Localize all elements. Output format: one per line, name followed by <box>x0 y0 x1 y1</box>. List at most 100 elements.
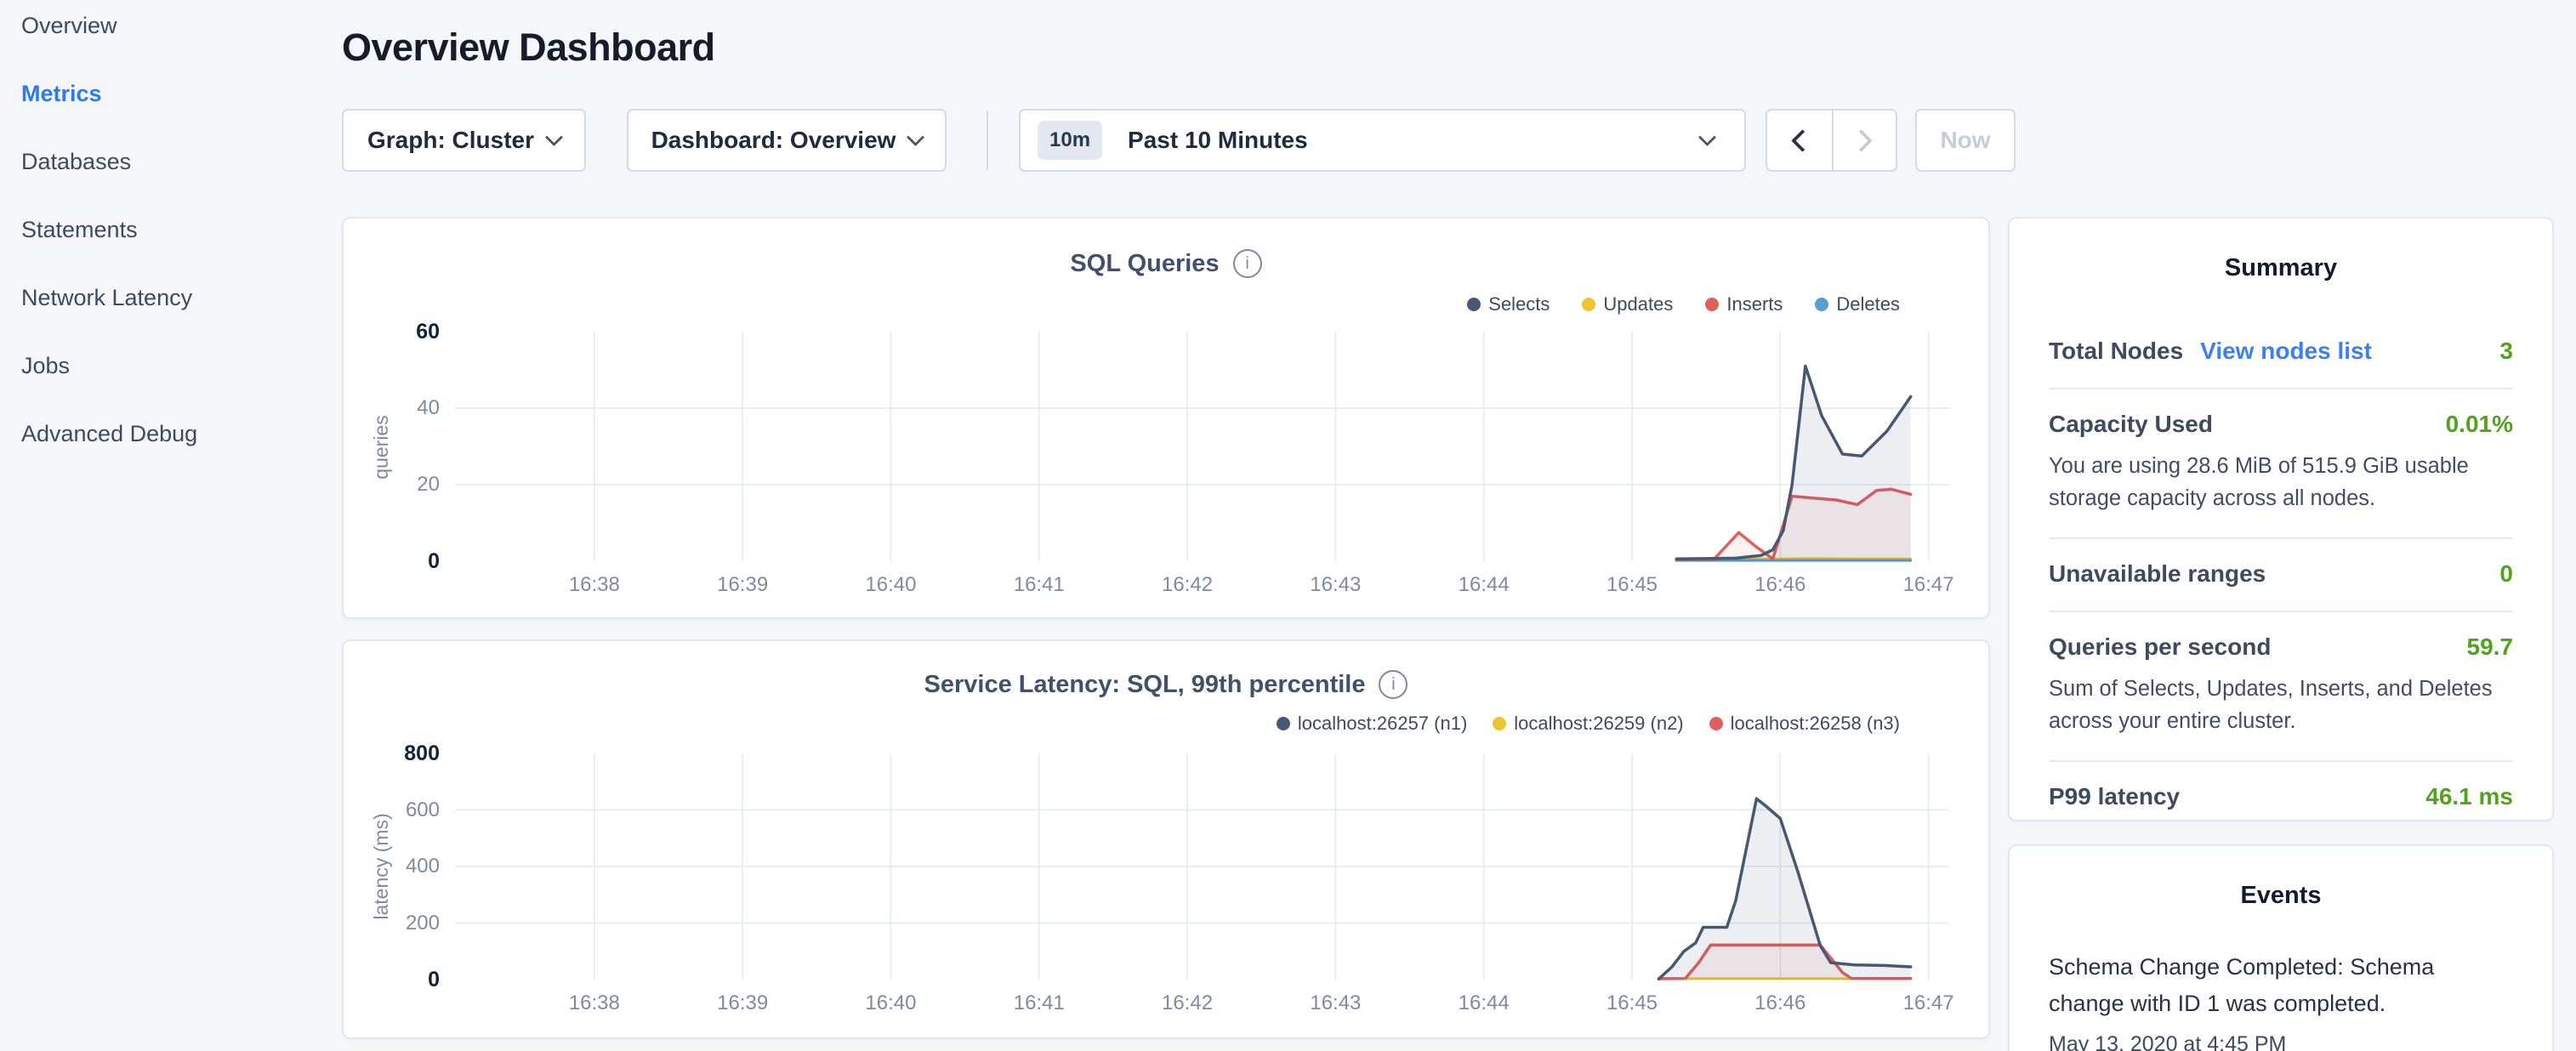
controls-divider <box>987 111 988 170</box>
y-tick-label: 800 <box>356 740 440 767</box>
legend-item[interactable]: localhost:26259 (n2) <box>1493 713 1683 735</box>
chart-legend: localhost:26257 (n1) localhost:26259 (n2)… <box>1277 713 1900 735</box>
legend-dot-icon <box>1493 717 1506 730</box>
x-tick-label: 16:44 <box>1424 573 1544 597</box>
x-tick-label: 16:41 <box>980 573 1099 597</box>
info-icon[interactable]: i <box>1233 249 1262 278</box>
x-tick-label: 16:44 <box>1424 991 1544 1015</box>
legend-label: localhost:26259 (n2) <box>1514 713 1683 735</box>
chevron-left-icon <box>1791 129 1814 152</box>
summary-row-label: Unavailable ranges <box>2049 560 2266 588</box>
y-tick-label: 40 <box>356 395 440 422</box>
x-tick-label: 16:47 <box>1869 573 1988 597</box>
summary-row-value: 0.01% <box>2446 411 2513 438</box>
legend-label: Updates <box>1603 293 1673 315</box>
sidebar-item-metrics[interactable]: Metrics <box>21 82 327 105</box>
legend-label: Inserts <box>1726 293 1783 315</box>
summary-row-description: Sum of Selects, Updates, Inserts, and De… <box>2049 673 2513 737</box>
chart-plot-area: 800600400200016:3816:3916:4016:4116:4216… <box>455 753 1949 980</box>
x-tick-label: 16:39 <box>683 991 802 1015</box>
y-tick-label: 400 <box>356 853 440 880</box>
x-tick-label: 16:42 <box>1128 573 1247 597</box>
x-tick-label: 16:46 <box>1720 573 1840 597</box>
legend-item[interactable]: Inserts <box>1705 293 1783 315</box>
summary-row-capacity-used: Capacity Used 0.01% You are using 28.6 M… <box>2049 388 2513 537</box>
y-tick-label: 20 <box>356 471 440 498</box>
summary-row-label: Total Nodes <box>2049 338 2183 365</box>
chart-plot-area: 604020016:3816:3916:4016:4116:4216:4316:… <box>455 332 1949 561</box>
x-tick-label: 16:45 <box>1572 573 1692 597</box>
event-item-text[interactable]: Schema Change Completed: Schema change w… <box>2049 949 2513 1022</box>
sidebar-item-databases[interactable]: Databases <box>21 151 327 173</box>
legend-label: localhost:26258 (n3) <box>1731 713 1900 735</box>
now-button-label: Now <box>1940 127 1990 154</box>
dashboard-label: Dashboard: Overview <box>651 127 896 154</box>
legend-dot-icon <box>1709 717 1723 730</box>
events-title: Events <box>2049 846 2513 910</box>
summary-row-value: 59.7 <box>2467 633 2514 661</box>
sidebar-item-network-latency[interactable]: Network Latency <box>21 287 327 310</box>
chart-title: Service Latency: SQL, 99th percentile <box>924 671 1366 699</box>
sidebar-item-advanced-debug[interactable]: Advanced Debug <box>21 423 327 446</box>
legend-item[interactable]: localhost:26258 (n3) <box>1709 713 1900 735</box>
time-range-badge: 10m <box>1038 121 1102 160</box>
x-tick-label: 16:41 <box>980 991 1099 1015</box>
dashboard-dropdown[interactable]: Dashboard: Overview <box>627 109 947 172</box>
summary-rows: Total Nodes View nodes list 3 Capacity U… <box>2049 316 2513 833</box>
legend-item[interactable]: localhost:26257 (n1) <box>1277 713 1467 735</box>
view-nodes-list-link[interactable]: View nodes list <box>2200 338 2372 365</box>
chart-svg <box>455 332 1949 561</box>
x-tick-label: 16:40 <box>831 991 950 1015</box>
legend-dot-icon <box>1582 298 1595 311</box>
legend-label: Selects <box>1488 293 1550 315</box>
events-panel: Events Schema Change Completed: Schema c… <box>2008 844 2554 1051</box>
sidebar-item-jobs[interactable]: Jobs <box>21 355 327 378</box>
summary-row-label: Queries per second <box>2049 633 2271 661</box>
graph-scope-dropdown[interactable]: Graph: Cluster <box>342 109 586 172</box>
chart-legend: Selects Updates Inserts Deletes <box>1467 293 1900 315</box>
y-tick-label: 200 <box>356 910 440 937</box>
summary-row-value: 3 <box>2499 338 2513 365</box>
chevron-down-icon <box>545 128 563 145</box>
event-item-timestamp: May 13, 2020 at 4:45 PM <box>2049 1032 2513 1051</box>
y-tick-label: 60 <box>356 318 440 345</box>
time-step-buttons <box>1766 109 1897 172</box>
chevron-down-icon <box>907 128 924 145</box>
y-tick-label: 0 <box>356 548 440 575</box>
sidebar-item-statements[interactable]: Statements <box>21 219 327 241</box>
x-tick-label: 16:40 <box>831 573 950 597</box>
summary-row-p99-latency: P99 latency 46.1 ms <box>2049 760 2513 833</box>
summary-row-label: Capacity Used <box>2049 411 2213 438</box>
legend-dot-icon <box>1815 298 1828 311</box>
time-range-dropdown[interactable]: 10m Past 10 Minutes <box>1019 109 1746 172</box>
x-tick-label: 16:39 <box>683 573 802 597</box>
step-back-button[interactable] <box>1767 111 1832 170</box>
legend-dot-icon <box>1705 298 1719 311</box>
legend-item[interactable]: Updates <box>1582 293 1673 315</box>
step-forward-button[interactable] <box>1832 111 1896 170</box>
legend-label: Deletes <box>1836 293 1900 315</box>
y-tick-label: 600 <box>356 797 440 824</box>
x-tick-label: 16:46 <box>1720 991 1840 1015</box>
sql-queries-chart-card: SQL Queries i Selects Updates Inserts Delet… <box>342 217 1990 619</box>
legend-dot-icon <box>1467 298 1481 311</box>
summary-row-value: 0 <box>2499 560 2513 588</box>
chevron-down-icon <box>1698 128 1716 145</box>
x-tick-label: 16:43 <box>1276 573 1395 597</box>
summary-row-unavailable-ranges: Unavailable ranges 0 <box>2049 537 2513 611</box>
chart-title: SQL Queries <box>1070 250 1219 278</box>
legend-item[interactable]: Deletes <box>1815 293 1900 315</box>
legend-item[interactable]: Selects <box>1467 293 1550 315</box>
sidebar-item-overview[interactable]: Overview <box>21 14 327 37</box>
x-tick-label: 16:38 <box>535 573 654 597</box>
summary-row-label: P99 latency <box>2049 783 2180 810</box>
overview-dashboard-page: { "sidebar": { "items": [ { "label": "Ov… <box>0 0 2576 1051</box>
summary-row-description: You are using 28.6 MiB of 515.9 GiB usab… <box>2049 450 2513 514</box>
legend-label: localhost:26257 (n1) <box>1298 713 1467 735</box>
x-tick-label: 16:38 <box>535 991 654 1015</box>
info-icon[interactable]: i <box>1379 670 1407 699</box>
service-latency-chart-card: Service Latency: SQL, 99th percentile i … <box>342 639 1990 1039</box>
chevron-right-icon <box>1850 129 1873 152</box>
now-button[interactable]: Now <box>1915 109 2016 172</box>
x-tick-label: 16:47 <box>1869 991 1988 1015</box>
